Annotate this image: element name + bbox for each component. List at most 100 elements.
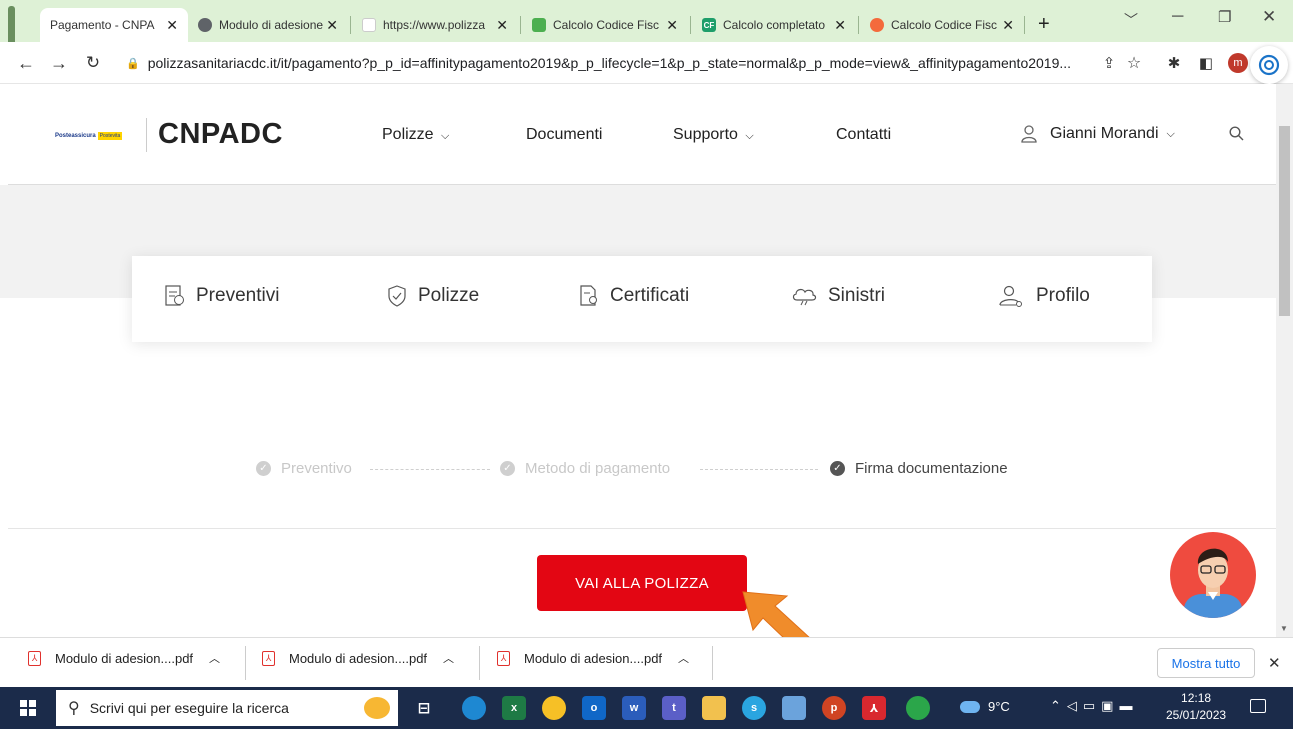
- download-filename: Modulo di adesion....pdf: [55, 650, 194, 666]
- close-window-button[interactable]: ✕: [1262, 7, 1276, 27]
- chrome-icon[interactable]: [542, 696, 566, 720]
- quick-link-certificati[interactable]: Certificati: [578, 284, 689, 308]
- new-tab-button[interactable]: +: [1038, 13, 1050, 36]
- close-tab-icon[interactable]: ✕: [326, 17, 338, 34]
- reload-icon[interactable]: ↻: [81, 51, 105, 75]
- storm-cloud-icon: [792, 288, 817, 306]
- quick-link-polizze[interactable]: Polizze: [386, 284, 479, 308]
- sidepanel-icon[interactable]: ◧: [1194, 51, 1218, 75]
- windows-start-icon[interactable]: [20, 700, 36, 716]
- address-bar[interactable]: 🔒 polizzasanitariacdc.it/it/pagamento?p_…: [118, 49, 1138, 77]
- quick-link-label: Sinistri: [828, 285, 886, 306]
- search-icon[interactable]: [1229, 126, 1244, 146]
- nav-contatti[interactable]: Contatti: [836, 126, 891, 144]
- support-chat-avatar[interactable]: [1170, 532, 1256, 618]
- cf-logo-icon: CF: [702, 18, 716, 32]
- step-label: Preventivo: [281, 460, 352, 477]
- pdf-file-icon: ⅄: [497, 650, 510, 666]
- maximize-button[interactable]: ❐: [1218, 8, 1231, 26]
- tab-calcolo-codice-1[interactable]: Calcolo Codice Fisc ✕: [522, 8, 688, 42]
- url-text: polizzasanitariacdc.it/it/pagamento?p_p_…: [147, 55, 1072, 71]
- chevron-up-icon[interactable]: ︿: [209, 650, 220, 666]
- vai-alla-polizza-button[interactable]: VAI ALLA POLIZZA: [537, 555, 747, 611]
- step-metodo-pagamento: ✓ Metodo di pagamento: [500, 460, 670, 477]
- bookmark-star-icon[interactable]: ☆: [1122, 51, 1146, 75]
- close-tab-icon[interactable]: ✕: [666, 17, 678, 34]
- show-all-downloads-button[interactable]: Mostra tutto: [1157, 648, 1255, 678]
- nav-documenti[interactable]: Documenti: [526, 126, 602, 144]
- chevron-up-icon[interactable]: ︿: [443, 650, 454, 666]
- orange-arrow-annotation: [742, 591, 810, 637]
- scrollbar-thumb[interactable]: [1279, 126, 1290, 316]
- outlook-icon[interactable]: o: [582, 696, 606, 720]
- tab-modulo[interactable]: Modulo di adesione ✕: [188, 8, 348, 42]
- page-scrollbar[interactable]: ▼: [1276, 84, 1293, 637]
- chevron-down-icon: ⌵: [745, 130, 754, 142]
- file-explorer-icon[interactable]: [702, 696, 726, 720]
- nav-polizze[interactable]: Polizze ⌵: [382, 126, 449, 144]
- clock-date: 25/01/2023: [1166, 708, 1227, 722]
- user-menu[interactable]: Gianni Morandi ⌵: [1020, 124, 1175, 144]
- document-check-icon: [165, 285, 184, 306]
- close-tab-icon[interactable]: ✕: [496, 17, 508, 34]
- forward-icon[interactable]: →: [47, 51, 71, 75]
- powerpoint-icon[interactable]: p: [822, 696, 846, 720]
- nav-label: Polizze: [382, 126, 434, 143]
- edge-icon[interactable]: [462, 696, 486, 720]
- tab-title: Calcolo completato: [723, 18, 826, 32]
- tab-calcolo-codice-2[interactable]: Calcolo Codice Fisc ✕: [860, 8, 1024, 42]
- weather-widget[interactable]: 9°C: [960, 699, 1010, 714]
- close-download-bar-icon[interactable]: ✕: [1268, 654, 1281, 672]
- steps-divider: [8, 528, 1276, 529]
- taskbar-search-box[interactable]: ⚲ Scrivi qui per eseguire la ricerca: [56, 690, 398, 726]
- download-filename: Modulo di adesion....pdf: [289, 650, 428, 666]
- teams-icon[interactable]: t: [662, 696, 686, 720]
- chevron-up-icon[interactable]: ︿: [678, 650, 689, 666]
- excel-icon[interactable]: x: [502, 696, 526, 720]
- poste-logo-tag: Postevita: [97, 132, 123, 140]
- scroll-down-arrow-icon[interactable]: ▼: [1280, 624, 1288, 633]
- nav-label: Supporto: [673, 126, 738, 143]
- profile-avatar[interactable]: m: [1228, 53, 1248, 73]
- user-settings-icon: [999, 285, 1022, 307]
- assistant-widget-icon[interactable]: [1250, 46, 1288, 84]
- user-name: Gianni Morandi: [1050, 125, 1159, 142]
- notifications-icon[interactable]: [1250, 699, 1266, 713]
- app-blue-icon[interactable]: [782, 696, 806, 720]
- calculator-icon: [532, 18, 546, 32]
- quick-link-profilo[interactable]: Profilo: [998, 284, 1090, 308]
- chrome-profile-icon[interactable]: [906, 696, 930, 720]
- tab-title: Calcolo Codice Fisc: [553, 18, 660, 32]
- share-icon[interactable]: ⇪: [1097, 51, 1121, 75]
- task-view-icon[interactable]: ⊟: [412, 696, 436, 720]
- close-tab-icon[interactable]: ✕: [166, 17, 178, 34]
- minimize-button[interactable]: ─: [1172, 8, 1183, 26]
- download-item[interactable]: ⅄ Modulo di adesion....pdf ︿: [497, 650, 689, 666]
- back-icon[interactable]: ←: [14, 51, 38, 75]
- quick-link-label: Profilo: [1036, 285, 1090, 306]
- clock[interactable]: 12:18 25/01/2023: [1166, 690, 1226, 724]
- tab-calcolo-completato[interactable]: CF Calcolo completato ✕: [692, 8, 856, 42]
- close-tab-icon[interactable]: ✕: [1002, 17, 1014, 34]
- brand-logo[interactable]: CNPADC: [158, 118, 283, 151]
- quick-link-preventivi[interactable]: Preventivi: [164, 284, 279, 308]
- acrobat-icon[interactable]: ⅄: [862, 696, 886, 720]
- extensions-icon[interactable]: ✱: [1162, 51, 1186, 75]
- nav-supporto[interactable]: Supporto ⌵: [673, 126, 754, 144]
- taskbar-search-placeholder: Scrivi qui per eseguire la ricerca: [89, 700, 289, 716]
- tab-search-icon[interactable]: ﹀: [1124, 10, 1138, 30]
- profile-initial: m: [1233, 57, 1243, 69]
- close-tab-icon[interactable]: ✕: [834, 17, 846, 34]
- poste-logo[interactable]: Posteassicura Postevita: [55, 132, 123, 140]
- quick-link-sinistri[interactable]: Sinistri: [790, 284, 885, 308]
- tab-polizza-url[interactable]: https://www.polizza ✕: [352, 8, 518, 42]
- orange-circle-icon: [870, 18, 884, 32]
- download-item[interactable]: ⅄ Modulo di adesion....pdf ︿: [28, 650, 220, 666]
- tab-pagamento[interactable]: Pagamento - CNPA ✕: [40, 8, 188, 42]
- download-item[interactable]: ⅄ Modulo di adesion....pdf ︿: [262, 650, 454, 666]
- skype-icon[interactable]: s: [742, 696, 766, 720]
- word-icon[interactable]: w: [622, 696, 646, 720]
- system-tray-icons[interactable]: ⌃◁▭▣▬: [1050, 698, 1138, 714]
- tab-separator: [858, 16, 859, 34]
- browser-toolbar: ← → ↻ 🔒 polizzasanitariacdc.it/it/pagame…: [0, 42, 1293, 84]
